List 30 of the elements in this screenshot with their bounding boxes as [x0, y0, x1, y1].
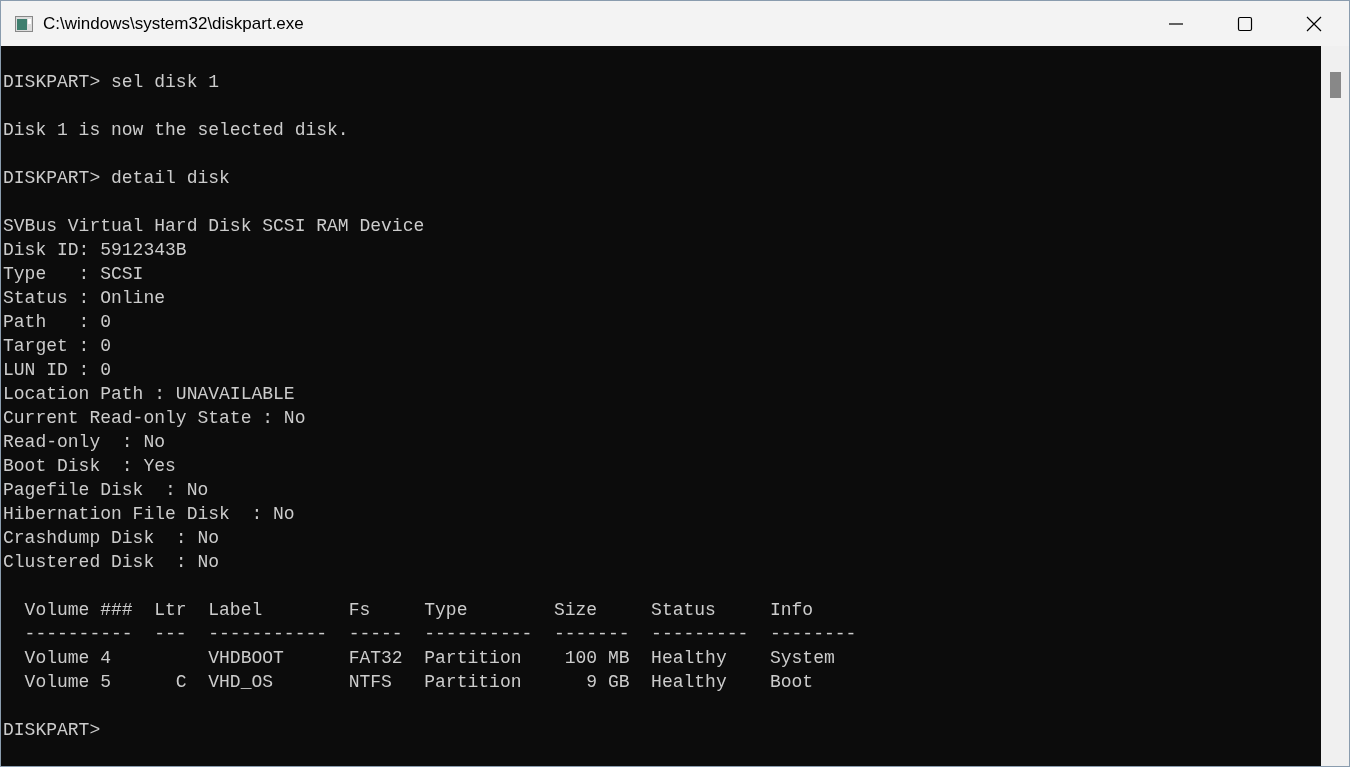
console-line: Pagefile Disk : No: [3, 479, 209, 502]
console-line: Volume ### Ltr Label Fs Type Size Status Info: [23, 599, 814, 622]
console-line: Boot Disk : Yes: [3, 455, 176, 478]
console-line: Location Path : UNAVAILABLE: [3, 383, 295, 406]
minimize-icon: [1168, 22, 1183, 25]
scrollbar-track[interactable]: [1321, 46, 1349, 766]
console-line: Crashdump Disk : No: [3, 527, 220, 550]
console-line: Path : 0: [3, 311, 112, 334]
console-line: SVBus Virtual Hard Disk SCSI RAM Device: [3, 215, 425, 238]
console-line: Read-only : No: [3, 431, 166, 454]
console-line: DISKPART> detail disk: [3, 167, 230, 190]
console-line: Status : Online: [3, 287, 166, 310]
scrollbar-thumb[interactable]: [1329, 72, 1341, 98]
console-line: Target : 0: [3, 335, 112, 358]
console-line: DISKPART> sel disk 1: [3, 71, 220, 94]
console-line: Clustered Disk : No: [3, 551, 220, 574]
console-line: LUN ID : 0: [3, 359, 112, 382]
console-line: Disk 1 is now the selected disk.: [3, 119, 349, 142]
console-line: Type : SCSI: [3, 263, 144, 286]
window-title: C:\windows\system32\diskpart.exe: [43, 12, 304, 35]
close-icon: [1306, 15, 1322, 32]
maximize-icon: [1236, 15, 1253, 32]
console-app-icon: [15, 15, 33, 32]
console-line: Hibernation File Disk : No: [3, 503, 295, 526]
console-line: Disk ID: 5912343B: [3, 239, 187, 262]
console-line: Current Read-only State : No: [3, 407, 306, 430]
console-line: Volume 5 C VHD_OS NTFS Partition 9 GB Healthy Boot: [23, 671, 814, 694]
console-line: Volume 4 VHDBOOT FAT32 Partition 100 MB Healthy System: [23, 647, 835, 670]
console-line: DISKPART>: [3, 719, 101, 742]
console-line: ---------- --- ----------- ----- ---------- ------- --------- --------: [23, 623, 857, 646]
